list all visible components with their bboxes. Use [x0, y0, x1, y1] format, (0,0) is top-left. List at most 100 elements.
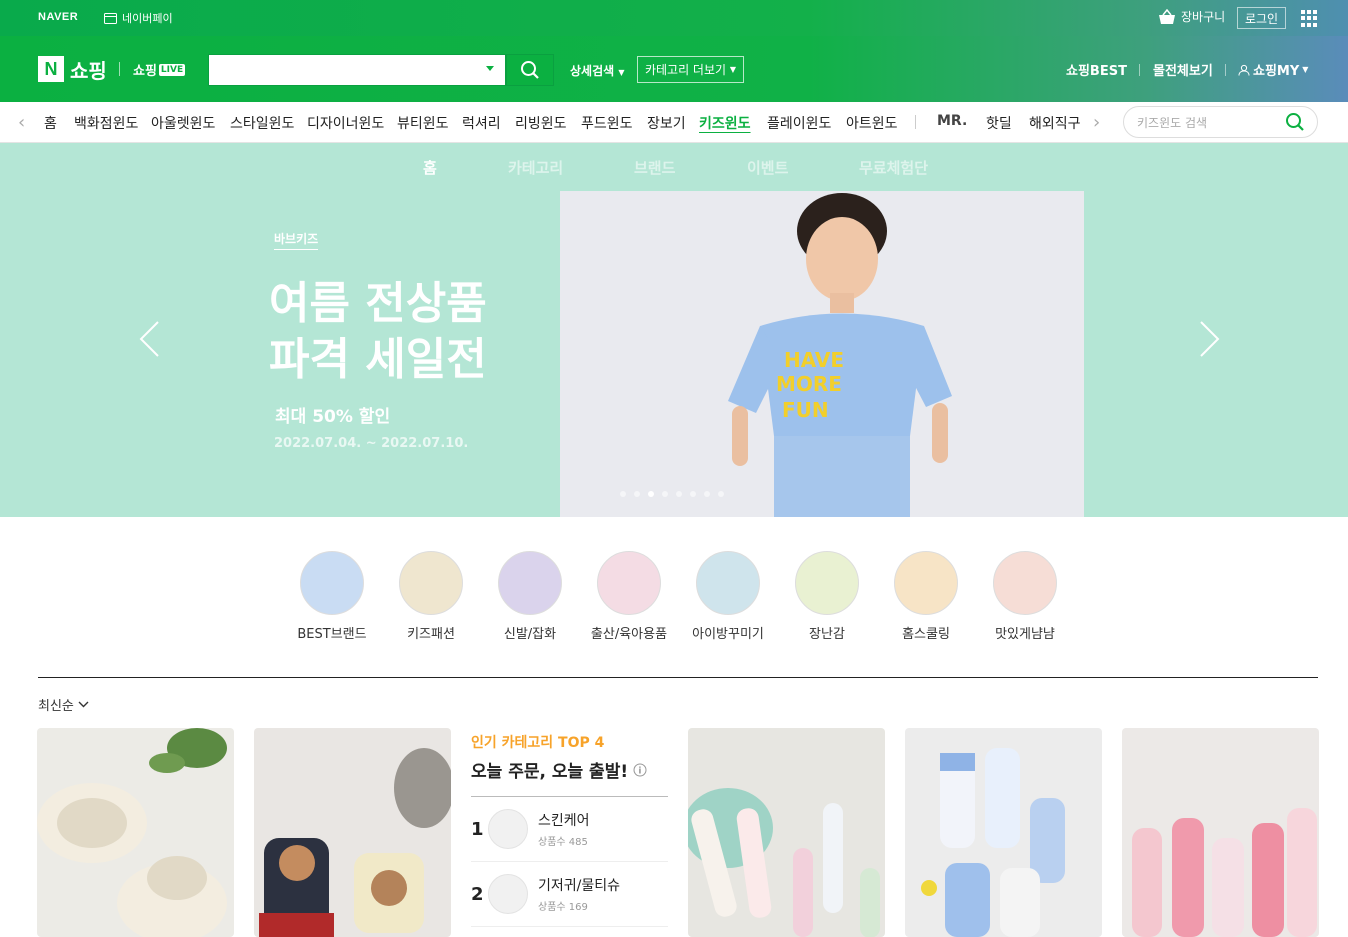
product-card[interactable] [254, 728, 451, 937]
category-circle[interactable]: 아이방꾸미기 [678, 551, 778, 642]
sort-dropdown[interactable]: 최신순 [38, 695, 89, 714]
hero-tab-0[interactable]: 홈 [423, 157, 437, 178]
search-input[interactable] [208, 54, 506, 86]
product-image [37, 728, 234, 937]
hero-brand: 바브키즈 [274, 230, 319, 250]
shopping-my-link[interactable]: 쇼핑MY ▼ [1238, 60, 1308, 79]
category-thumbnail [894, 551, 958, 615]
hero-tab-1[interactable]: 카테고리 [508, 157, 563, 178]
product-card[interactable] [905, 728, 1102, 937]
top4-rank-item[interactable]: 1 스킨케어 상품수 485 [471, 797, 668, 862]
shopping-live-logo[interactable]: 쇼핑 LIVE [133, 60, 186, 79]
nav-next-icon[interactable]: › [1093, 112, 1100, 133]
top4-rank-item[interactable]: 2 기저귀/물티슈 상품수 169 [471, 862, 668, 927]
category-circle[interactable]: 신발/잡화 [480, 551, 580, 642]
top4-heading: 인기 카테고리 TOP 4 [471, 735, 605, 751]
naver-n-logo[interactable]: N [38, 56, 64, 82]
npay-link[interactable]: 네이버페이 [104, 10, 173, 26]
nav-prev-icon[interactable]: ‹ [18, 112, 25, 133]
nav-item-12[interactable]: 아트윈도 [846, 113, 898, 133]
cart-icon [1159, 8, 1175, 24]
nav-item-4[interactable]: 디자이너윈도 [307, 113, 384, 133]
hero-tab-4[interactable]: 무료체험단 [859, 157, 928, 178]
category-circle[interactable]: 장난감 [777, 551, 877, 642]
hero-tab-3[interactable]: 이벤트 [747, 157, 788, 178]
nav-item-6[interactable]: 럭셔리 [462, 113, 501, 133]
category-thumbnail [696, 551, 760, 615]
nav-item-0[interactable]: 홈 [44, 113, 57, 133]
product-image [905, 728, 1102, 937]
hero-dot[interactable] [676, 491, 682, 497]
product-image [1122, 728, 1319, 937]
category-more-button[interactable]: 카테고리 더보기 ▼ [637, 56, 744, 83]
nav-item-10[interactable]: 키즈윈도 [699, 113, 751, 133]
category-label: 신발/잡화 [503, 627, 557, 642]
nav-item-2[interactable]: 아울렛윈도 [151, 113, 215, 133]
login-button[interactable]: 로그인 [1237, 7, 1286, 29]
nav-item-8[interactable]: 푸드윈도 [581, 113, 633, 133]
nav-item-1[interactable]: 백화점윈도 [74, 113, 138, 133]
hero-image[interactable]: HAVE MORE FUN [560, 191, 1084, 517]
category-circle[interactable]: 키즈패션 [381, 551, 481, 642]
shopping-logo-text[interactable]: 쇼핑 [70, 55, 107, 84]
user-icon [1238, 64, 1250, 76]
child-model-illustration: HAVE MORE FUN [560, 191, 1084, 517]
product-card[interactable] [688, 728, 885, 937]
naver-logo[interactable]: NAVER [38, 11, 78, 23]
cart-link[interactable]: 장바구니 [1158, 8, 1225, 25]
hero-tab-2[interactable]: 브랜드 [634, 157, 675, 178]
category-thumbnail [300, 551, 364, 615]
product-card[interactable] [1122, 728, 1319, 937]
search-icon[interactable] [1285, 112, 1305, 132]
product-card[interactable] [37, 728, 234, 937]
nav-item-15[interactable]: 해외직구 [1029, 113, 1081, 133]
hero-dot[interactable] [662, 491, 668, 497]
hero-dot[interactable] [704, 491, 710, 497]
hero-dot[interactable] [634, 491, 640, 497]
hero-prev-icon[interactable] [138, 320, 160, 358]
detail-search-button[interactable]: 상세검색 ▼ [570, 62, 625, 79]
popular-category-top4: 인기 카테고리 TOP 4 오늘 주문, 오늘 출발! i 1 스킨케어 상품수 4… [471, 728, 668, 927]
hero-dot[interactable] [718, 491, 724, 497]
nav-item-3[interactable]: 스타일윈도 [230, 113, 294, 133]
hero-dot[interactable] [648, 491, 654, 497]
rank-count: 상품수 485 [538, 837, 588, 848]
shopping-my-label: 쇼핑MY [1253, 64, 1300, 79]
rank-name: 스킨케어 [538, 813, 590, 829]
hero-pagination[interactable] [620, 491, 724, 497]
hero-next-icon[interactable] [1199, 320, 1221, 358]
shopping-best-link[interactable]: 쇼핑BEST [1066, 60, 1127, 79]
rank-name: 기저귀/물티슈 [538, 878, 620, 894]
info-icon[interactable]: i [633, 763, 647, 777]
category-circle[interactable]: 맛있게냠냠 [975, 551, 1075, 642]
wallet-icon [104, 12, 117, 24]
rank-number: 2 [471, 883, 484, 905]
category-circle[interactable]: 출산/육아용품 [579, 551, 679, 642]
live-badge: LIVE [158, 63, 186, 76]
detail-search-label: 상세검색 [570, 64, 615, 78]
nav-item-7[interactable]: 리빙윈도 [515, 113, 567, 133]
nav-item-11[interactable]: 플레이윈도 [767, 113, 831, 133]
nav-item-13[interactable]: MR. [937, 113, 967, 129]
chevron-down-icon: ▼ [1302, 65, 1309, 74]
search-dropdown-icon[interactable] [486, 66, 494, 71]
hero-subtitle: 최대 50% 할인 [275, 407, 391, 427]
search-button[interactable] [506, 54, 554, 86]
top4-title: 오늘 주문, 오늘 출발! i [471, 757, 668, 782]
nav-item-14[interactable]: 핫딜 [986, 113, 1012, 133]
chevron-down-icon: ▼ [729, 65, 737, 74]
category-label: 맛있게냠냠 [995, 627, 1055, 642]
category-circle[interactable]: BEST브랜드 [282, 551, 382, 642]
apps-grid-icon[interactable] [1301, 10, 1318, 27]
mall-all-link[interactable]: 몰전체보기 [1153, 60, 1213, 79]
category-label: 출산/육아용품 [590, 627, 668, 642]
search-icon [521, 61, 539, 79]
nav-item-9[interactable]: 장보기 [647, 113, 686, 133]
category-thumbnail [498, 551, 562, 615]
nav-item-5[interactable]: 뷰티윈도 [397, 113, 449, 133]
hero-date: 2022.07.04. ~ 2022.07.10. [274, 436, 469, 451]
category-circle[interactable]: 홈스쿨링 [876, 551, 976, 642]
cart-label: 장바구니 [1181, 10, 1226, 24]
hero-dot[interactable] [620, 491, 626, 497]
hero-dot[interactable] [690, 491, 696, 497]
